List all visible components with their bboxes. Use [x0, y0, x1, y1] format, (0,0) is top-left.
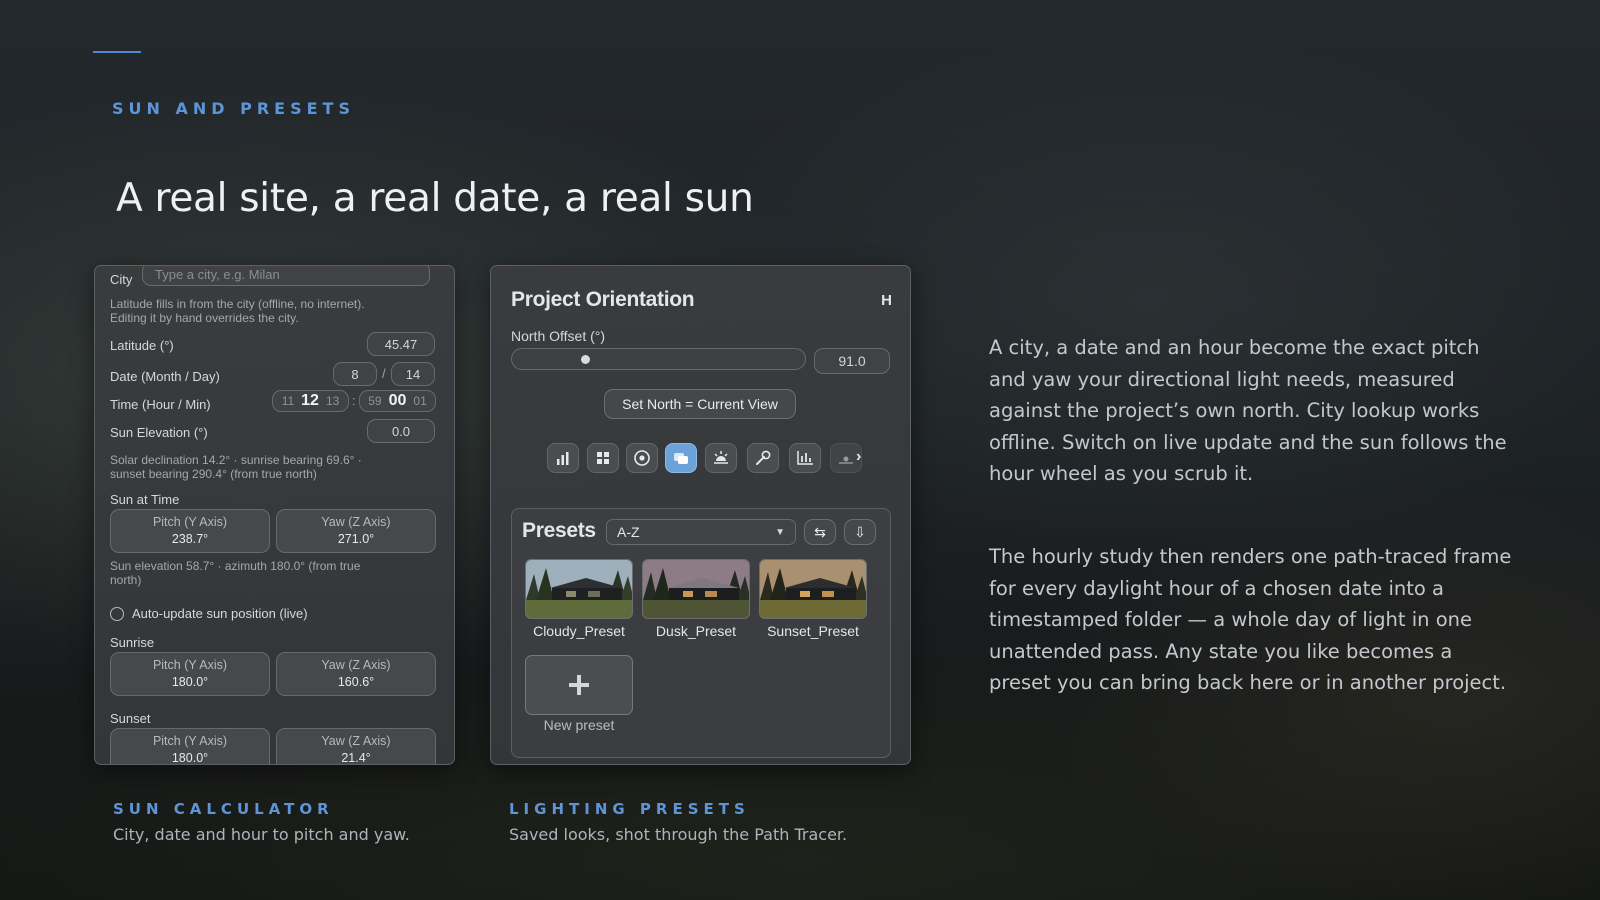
line-chart-icon[interactable]	[789, 443, 821, 473]
lighting-presets-caption-title: LIGHTING PRESETS	[509, 800, 750, 818]
north-offset-label: North Offset (°)	[511, 328, 606, 344]
solar-info-1: Solar declination 14.2° · sunrise bearin…	[110, 453, 362, 467]
solar-info-2: sunset bearing 290.4° (from true north)	[110, 467, 317, 481]
import-icon[interactable]: ⇩	[844, 519, 876, 545]
section-eyebrow: SUN AND PRESETS	[112, 99, 355, 118]
north-offset-slider[interactable]	[511, 348, 806, 370]
page-title: A real site, a real date, a real sun	[116, 176, 754, 221]
date-label: Date (Month / Day)	[110, 369, 220, 384]
grid-icon[interactable]	[587, 443, 619, 473]
hour-next: 13	[325, 394, 340, 408]
minute-wheel[interactable]: 59 00 01	[359, 390, 436, 412]
orientation-title: Project Orientation	[511, 288, 695, 311]
sunrise-label: Sunrise	[110, 635, 155, 650]
slider-handle[interactable]	[581, 355, 591, 364]
bar-chart-icon[interactable]	[547, 443, 579, 473]
preset-thumb-dusk[interactable]	[642, 559, 750, 619]
sunset-label: Sunset	[110, 711, 151, 726]
project-orientation-panel: Project Orientation H North Offset (°) 9…	[490, 265, 911, 765]
presets-section: Presets A-Z ▼ ⇆ ⇩ Cloudy_Preset Dusk_Pre…	[511, 508, 891, 758]
swap-order-icon[interactable]: ⇆	[804, 519, 836, 545]
auto-update-label: Auto-update sun position (live)	[132, 606, 308, 621]
date-day-field[interactable]: 14	[391, 362, 435, 386]
hour-current: 12	[301, 392, 319, 409]
sun-at-time-info-2: north)	[110, 573, 142, 587]
north-offset-field[interactable]: 91.0	[814, 348, 890, 374]
yaw-title: Yaw (Z Axis)	[321, 658, 391, 672]
layers-icon[interactable]	[665, 443, 697, 473]
sunrise-yaw[interactable]: Yaw (Z Axis) 160.6°	[276, 652, 436, 696]
elevation-label: Sun Elevation (°)	[110, 425, 208, 440]
yaw-value: 271.0°	[337, 532, 375, 546]
new-preset-label: New preset	[543, 717, 615, 733]
city-hint-1: Latitude fills in from the city (offline…	[110, 297, 365, 311]
sunset-pitch[interactable]: Pitch (Y Axis) 180.0°	[110, 728, 270, 765]
time-separator: :	[352, 393, 356, 408]
body-paragraph-2: The hourly study then renders one path-t…	[989, 545, 1512, 694]
sunrise-pitch[interactable]: Pitch (Y Axis) 180.0°	[110, 652, 270, 696]
time-label: Time (Hour / Min)	[110, 397, 211, 412]
plus-icon	[569, 675, 589, 695]
panel-corner-icon[interactable]: H	[881, 292, 892, 309]
pitch-value: 238.7°	[171, 532, 209, 546]
sun-calculator-panel: City Type a city, e.g. Milan Latitude fi…	[94, 265, 455, 765]
sun-calculator-caption-title: SUN CALCULATOR	[113, 800, 334, 818]
date-separator: /	[382, 366, 386, 381]
wrench-icon[interactable]	[747, 443, 779, 473]
preset-thumb-cloudy[interactable]	[525, 559, 633, 619]
latitude-label: Latitude (°)	[110, 338, 174, 353]
set-north-button[interactable]: Set North = Current View	[604, 389, 796, 419]
elevation-field[interactable]: 0.0	[367, 419, 435, 443]
yaw-value: 160.6°	[337, 675, 375, 689]
date-month-field[interactable]: 8	[333, 362, 377, 386]
pitch-title: Pitch (Y Axis)	[152, 515, 228, 529]
new-preset-button[interactable]	[525, 655, 633, 715]
auto-update-radio[interactable]	[110, 607, 124, 621]
sunset-yaw[interactable]: Yaw (Z Axis) 21.4°	[276, 728, 436, 765]
presets-title: Presets	[522, 519, 596, 542]
sun-at-time-info-1: Sun elevation 58.7° · azimuth 180.0° (fr…	[110, 559, 361, 573]
sun-at-time-pitch[interactable]: Pitch (Y Axis) 238.7°	[110, 509, 270, 553]
chevron-right-icon[interactable]: ›	[856, 448, 861, 466]
pitch-value: 180.0°	[171, 751, 209, 765]
hour-wheel[interactable]: 11 12 13	[272, 390, 349, 412]
preset-name-sunset[interactable]: Sunset_Preset	[753, 623, 873, 639]
lighting-presets-caption-text: Saved looks, shot through the Path Trace…	[509, 825, 848, 844]
sun-at-time-label: Sun at Time	[110, 492, 180, 507]
city-hint-2: Editing it by hand overrides the city.	[110, 311, 299, 325]
yaw-title: Yaw (Z Axis)	[321, 734, 391, 748]
hour-prev: 11	[281, 394, 295, 408]
chevron-down-icon: ▼	[775, 526, 785, 538]
preset-name-dusk[interactable]: Dusk_Preset	[636, 623, 756, 639]
city-input[interactable]: Type a city, e.g. Milan	[142, 266, 430, 286]
accent-line	[93, 51, 141, 53]
pitch-title: Pitch (Y Axis)	[152, 658, 228, 672]
minute-current: 00	[388, 392, 407, 409]
target-icon[interactable]	[626, 443, 658, 473]
preset-name-cloudy[interactable]: Cloudy_Preset	[519, 623, 639, 639]
yaw-title: Yaw (Z Axis)	[321, 515, 391, 529]
body-paragraph-1: A city, a date and an hour become the ex…	[989, 336, 1507, 485]
minute-prev: 59	[368, 394, 382, 408]
minute-next: 01	[413, 394, 427, 408]
sun-calculator-caption-text: City, date and hour to pitch and yaw.	[113, 825, 410, 844]
sort-value: A-Z	[617, 524, 640, 540]
city-label: City	[110, 272, 133, 287]
sort-select[interactable]: A-Z ▼	[606, 519, 796, 545]
latitude-field[interactable]: 45.47	[367, 332, 435, 356]
yaw-value: 21.4°	[341, 751, 371, 765]
pitch-value: 180.0°	[171, 675, 209, 689]
sunrise-icon[interactable]	[705, 443, 737, 473]
sun-at-time-yaw[interactable]: Yaw (Z Axis) 271.0°	[276, 509, 436, 553]
preset-thumb-sunset[interactable]	[759, 559, 867, 619]
pitch-title: Pitch (Y Axis)	[152, 734, 228, 748]
